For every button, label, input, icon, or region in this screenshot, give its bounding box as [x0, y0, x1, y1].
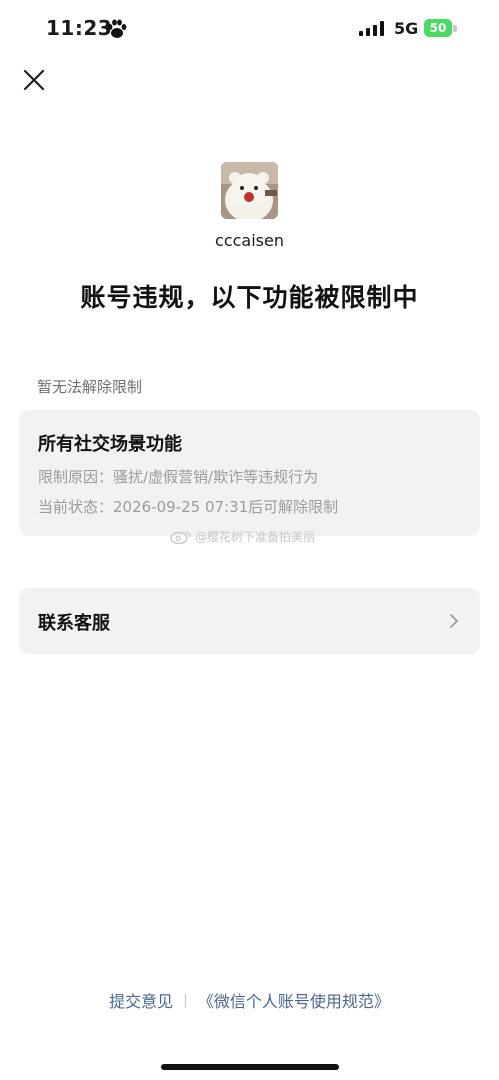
username: cccaisen — [215, 231, 284, 250]
battery-icon: 50 — [424, 19, 452, 37]
network-type: 5G — [394, 19, 419, 38]
contact-service-label: 联系客服 — [38, 613, 110, 634]
feedback-link[interactable]: 提交意见 — [109, 988, 173, 1012]
watermark: @樱花树下准备拍美丽 — [170, 528, 315, 545]
restriction-title: 所有社交场景功能 — [38, 434, 182, 455]
weibo-icon — [170, 530, 191, 544]
avatar — [221, 162, 278, 219]
section-label: 暂无法解除限制 — [37, 378, 143, 396]
policy-link[interactable]: 《微信个人账号使用规范》 — [198, 988, 390, 1012]
footer-divider: | — [183, 992, 188, 1008]
watermark-text: @樱花树下准备拍美丽 — [195, 530, 316, 544]
battery-cap — [453, 25, 457, 32]
page-title: 账号违规，以下功能被限制中 — [80, 283, 419, 312]
restriction-reason: 限制原因：骚扰/虚假营销/欺诈等违规行为 — [38, 468, 319, 486]
paw-icon — [107, 19, 127, 38]
close-icon[interactable] — [22, 68, 46, 92]
signal-icon — [359, 21, 384, 36]
status-time: 11:23 — [46, 16, 113, 40]
footer: 提交意见 | 《微信个人账号使用规范》 — [0, 988, 499, 1012]
home-indicator — [161, 1064, 339, 1070]
bear-avatar-icon — [221, 162, 278, 219]
restriction-status: 当前状态：2026-09-25 07:31后可解除限制 — [38, 498, 339, 516]
chevron-right-icon — [450, 614, 458, 628]
battery-level: 50 — [429, 21, 447, 35]
